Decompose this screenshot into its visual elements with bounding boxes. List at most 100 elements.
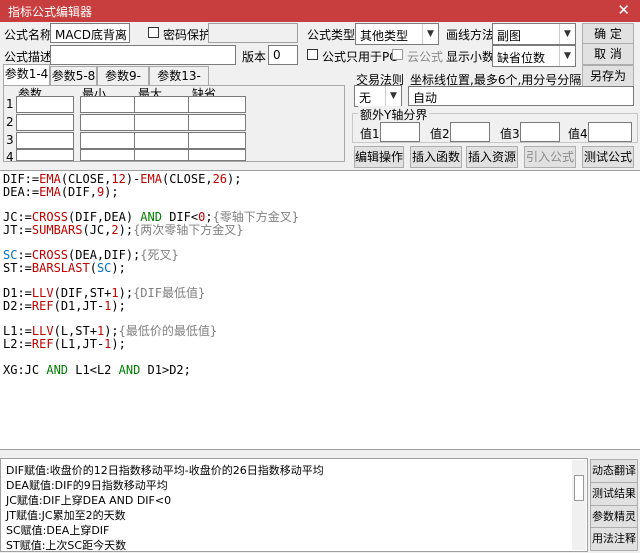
decimals-select[interactable]: 缺省位数 ▼	[492, 45, 576, 67]
code-token: (	[89, 260, 97, 275]
coord-lines-input[interactable]: 自动	[408, 86, 634, 106]
code-token: XG:JC	[3, 362, 47, 377]
code-line: D2:=REF(D1,JT-1);	[3, 300, 126, 313]
chevron-down-icon: ▼	[559, 24, 575, 44]
param-max-input[interactable]	[134, 149, 192, 161]
param-default-input[interactable]	[188, 149, 246, 161]
param-name-input[interactable]	[16, 96, 74, 113]
param-max-input[interactable]	[134, 132, 192, 149]
param-max-input[interactable]	[134, 114, 192, 131]
code-token: (D1,JT-	[53, 299, 105, 313]
info-scrollbar[interactable]	[572, 460, 586, 550]
import-formula-button[interactable]: 引入公式	[524, 146, 576, 168]
translation-panel: DIF赋值:收盘价的12日指数移动平均-收盘价的26日指数移动平均 DEA赋值:…	[0, 458, 588, 552]
param-row-number: 1	[6, 97, 14, 111]
code-token: (L1,JT-	[53, 337, 105, 352]
code-token: L2:=	[3, 337, 32, 352]
formula-name-input[interactable]: MACD底背离	[50, 23, 130, 43]
dynamic-translate-button[interactable]: 动态翻译	[590, 459, 638, 483]
test-result-button[interactable]: 测试结果	[590, 482, 638, 506]
version-input[interactable]: 0	[268, 45, 298, 65]
code-token: (CLOSE,	[161, 172, 213, 186]
tab-params-5-8[interactable]: 参数5-8	[50, 66, 97, 86]
code-line: XG:JC AND L1<L2 AND D1>D2;	[3, 362, 191, 377]
param-name-input[interactable]	[16, 132, 74, 149]
cancel-button[interactable]: 取 消	[582, 43, 634, 65]
info-line: DIF赋值:收盘价的12日指数移动平均-收盘价的26日指数移动平均	[6, 464, 324, 477]
formula-desc-label: 公式描述	[4, 50, 53, 64]
code-token: 2	[111, 222, 119, 237]
code-line: ST:=BARSLAST(SC);	[3, 260, 126, 275]
chevron-down-icon: ▼	[559, 46, 575, 66]
code-token: DEA:=	[3, 184, 40, 199]
edit-ops-button[interactable]: 编辑操作	[354, 146, 404, 168]
insert-resource-button[interactable]: 插入资源	[466, 146, 518, 168]
param-name-input[interactable]	[16, 114, 74, 131]
code-token: );	[118, 222, 134, 237]
insert-function-button[interactable]: 插入函数	[410, 146, 462, 168]
code-token: AND	[118, 362, 141, 377]
confirm-button[interactable]: 确 定	[582, 23, 634, 45]
tab-params-13-16[interactable]: 参数13-16	[149, 66, 209, 101]
param-wizard-button[interactable]: 参数精灵	[590, 505, 638, 529]
code-token: );	[111, 260, 126, 275]
trade-rule-select[interactable]: 无 ▼	[354, 85, 402, 107]
tab-params-9-12[interactable]: 参数9-12	[97, 66, 149, 101]
param-min-input[interactable]	[80, 114, 138, 131]
param-default-input[interactable]	[188, 96, 246, 113]
draw-method-select[interactable]: 副图 ▼	[492, 23, 576, 45]
code-token: AND	[46, 362, 69, 377]
param-default-input[interactable]	[188, 132, 246, 149]
y-value-2-input[interactable]	[450, 122, 490, 142]
cloud-checkbox[interactable]	[392, 49, 403, 60]
password-input[interactable]	[208, 23, 298, 43]
code-token: EMA	[39, 184, 61, 199]
code-editor[interactable]: DIF:=EMA(CLOSE,12)-EMA(CLOSE,26); DEA:=EM…	[0, 170, 640, 450]
param-min-input[interactable]	[80, 149, 138, 161]
y-value-1-input[interactable]	[380, 122, 420, 142]
code-token: BARSLAST	[31, 260, 90, 275]
pc-only-label: 公式只用于PC	[322, 50, 398, 64]
code-token: ST:=	[3, 260, 32, 275]
code-token: {DIF最低值}	[133, 286, 206, 301]
param-name-input[interactable]	[16, 149, 74, 161]
decimals-label: 显示小数	[446, 50, 495, 64]
code-token: JT:=	[3, 222, 32, 237]
param-default-input[interactable]	[188, 114, 246, 131]
code-line: L2:=REF(L1,JT-1);	[3, 338, 126, 351]
param-min-input[interactable]	[80, 96, 138, 113]
info-line: SC赋值:DEA上穿DIF	[6, 524, 110, 537]
param-max-input[interactable]	[134, 96, 192, 113]
title-bar: 指标公式编辑器 ✕	[0, 0, 640, 22]
formula-type-select[interactable]: 其他类型 ▼	[355, 23, 439, 45]
code-token: L1<L2	[68, 362, 119, 377]
draw-method-label: 画线方法	[446, 28, 495, 42]
code-token: EMA	[140, 172, 162, 186]
code-token: );	[104, 184, 119, 199]
code-line: JT:=SUMBARS(JC,2);{两次零轴下方金叉}	[3, 222, 244, 237]
param-min-input[interactable]	[80, 132, 138, 149]
code-line: DEA:=EMA(DIF,9);	[3, 184, 119, 199]
usage-notes-button[interactable]: 用法注释	[590, 527, 638, 551]
info-scrollbar-thumb[interactable]	[574, 475, 584, 501]
code-token: (JC,	[82, 222, 112, 237]
save-as-button[interactable]: 另存为	[582, 65, 634, 87]
password-label: 密码保护	[163, 28, 212, 42]
extra-y-axis-label: 额外Y轴分界	[358, 106, 430, 123]
pc-only-checkbox[interactable]	[307, 49, 318, 60]
code-token: (DIF,	[60, 184, 97, 199]
password-checkbox[interactable]	[148, 27, 159, 38]
tab-params-1-4[interactable]: 参数1-4	[3, 64, 50, 86]
code-token: );	[111, 299, 126, 313]
formula-desc-input[interactable]	[50, 45, 236, 65]
code-token: SC	[96, 260, 112, 275]
chevron-down-icon: ▼	[422, 24, 438, 44]
y-value-4-input[interactable]	[588, 122, 632, 142]
code-token: )-	[125, 172, 141, 186]
y-value-3-label: 值3	[500, 127, 520, 141]
window-title: 指标公式编辑器	[8, 5, 93, 19]
info-line: ST赋值:上次SC距今天数	[6, 539, 127, 552]
close-icon[interactable]: ✕	[617, 1, 630, 19]
test-formula-button[interactable]: 测试公式	[582, 146, 634, 168]
y-value-3-input[interactable]	[520, 122, 560, 142]
